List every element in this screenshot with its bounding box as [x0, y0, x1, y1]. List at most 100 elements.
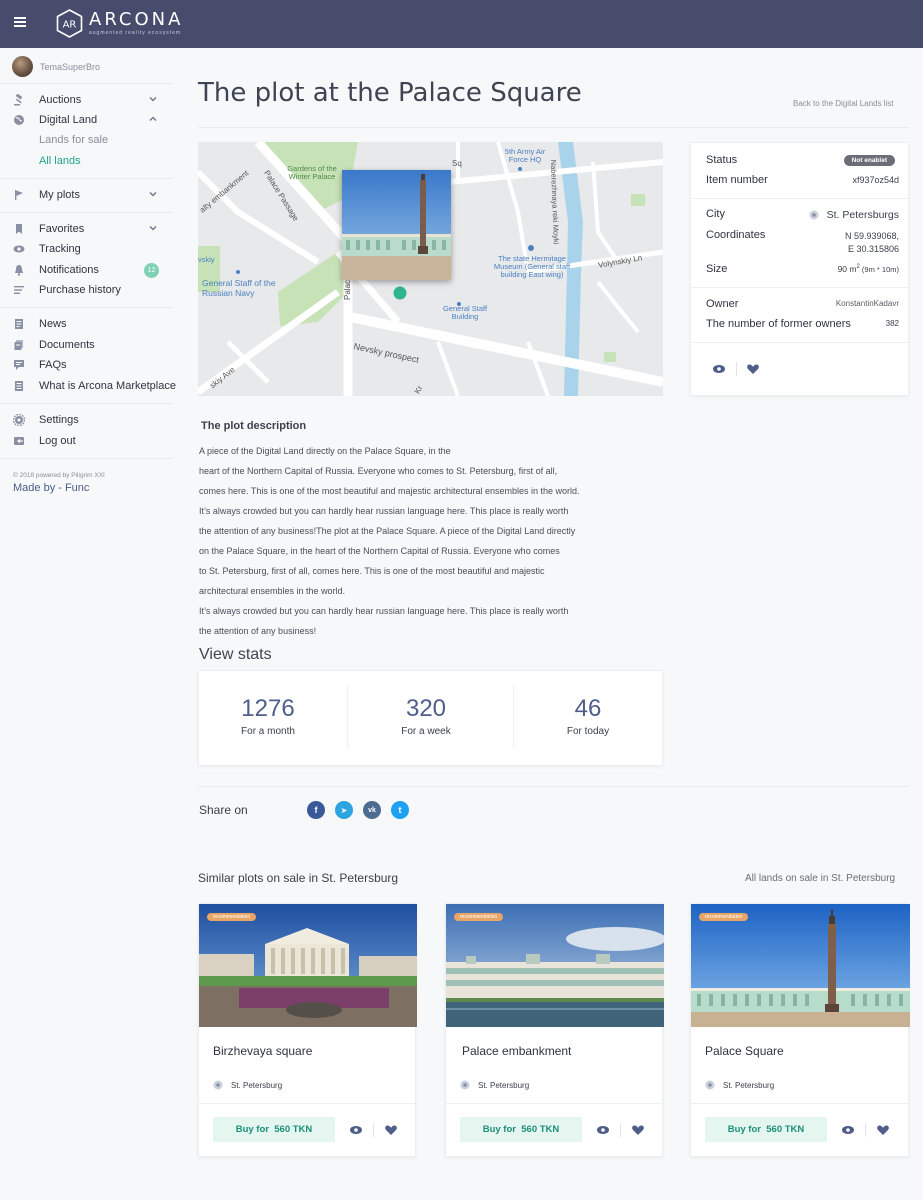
- description-line: on the Palace Square, in the heart of th…: [199, 546, 560, 556]
- sidebar-item-log-out[interactable]: Log out: [13, 432, 163, 450]
- owner-label: Owner: [706, 298, 739, 310]
- map-label: Sq: [452, 159, 462, 168]
- description-line: architectural ensembles in the world.: [199, 586, 346, 596]
- plot-photo[interactable]: [342, 170, 451, 280]
- sidebar-item-label: FAQs: [39, 359, 67, 371]
- brand-logo[interactable]: AR ARCONA augmented reality ecosystem: [56, 9, 183, 38]
- favorite-heart-icon[interactable]: [631, 1123, 645, 1137]
- divider: [865, 1123, 866, 1137]
- watch-eye-icon[interactable]: [712, 362, 726, 376]
- plot-card[interactable]: recommendation Palace embankment St. Pet…: [445, 903, 664, 1157]
- facebook-icon[interactable]: f: [307, 801, 325, 819]
- watch-eye-icon[interactable]: [349, 1123, 363, 1137]
- documents-icon: [14, 340, 23, 350]
- sidebar-item-tracking[interactable]: Tracking: [13, 240, 163, 258]
- size-value: 90 m2 (9m * 10m): [838, 264, 899, 274]
- logo-hexagon-icon: AR: [56, 9, 83, 38]
- favorite-heart-icon[interactable]: [384, 1123, 398, 1137]
- plot-info-card: Status Not enablet Item number xf937oz54…: [690, 142, 909, 396]
- sidebar-item-what-is-arcona[interactable]: What is Arcona Marketplace: [13, 377, 183, 395]
- plot-location-text: St. Petersburg: [231, 1080, 283, 1090]
- divider: [0, 178, 172, 179]
- item-number-label: Item number: [706, 174, 768, 186]
- buy-button[interactable]: Buy for 560 TKN: [213, 1117, 335, 1142]
- sidebar-item-label: Log out: [39, 435, 76, 447]
- sidebar-item-settings[interactable]: Settings: [13, 411, 163, 429]
- former-owners-row: The number of former owners 382: [706, 318, 899, 330]
- item-number-value: xf937oz54d: [852, 175, 899, 185]
- plot-image[interactable]: recommendation: [446, 904, 664, 1027]
- sidebar-item-digital-land[interactable]: Digital Land: [13, 111, 163, 129]
- plot-location-text: St. Petersburg: [723, 1080, 775, 1090]
- gavel-icon: [14, 94, 23, 106]
- sidebar-item-purchase-history[interactable]: Purchase history: [13, 281, 163, 299]
- buy-button[interactable]: Buy for 560 TKN: [705, 1117, 827, 1142]
- brand-tagline: augmented reality ecosystem: [89, 30, 182, 36]
- chevron-down-icon[interactable]: [149, 190, 157, 198]
- favorite-heart-icon[interactable]: [876, 1123, 890, 1137]
- divider: [691, 287, 908, 288]
- sidebar-item-my-plots[interactable]: My plots: [13, 186, 163, 204]
- stat-today: 46 For today: [533, 695, 643, 737]
- divider: [199, 1103, 415, 1104]
- map-label: The state Hermitage Museum (General staf…: [493, 254, 571, 279]
- recommendation-badge: recommendation: [207, 913, 257, 921]
- latitude-value: N 59.939068,: [844, 231, 899, 241]
- description-line: It’s always crowded but you can hardly h…: [199, 606, 569, 616]
- bell-icon: [15, 265, 23, 276]
- buy-price: 560 TKN: [766, 1124, 805, 1135]
- divider: [347, 685, 348, 749]
- divider: [0, 212, 172, 213]
- plot-card[interactable]: recommendation Palace Square St. Petersb…: [690, 903, 910, 1157]
- stat-label: For today: [566, 726, 610, 737]
- sidebar-item-notifications[interactable]: Notifications 12: [13, 261, 163, 279]
- plot-image[interactable]: recommendation: [199, 904, 417, 1027]
- back-to-list-link[interactable]: Back to the Digital Lands list: [793, 99, 894, 108]
- owner-value[interactable]: KonstantinKadavr: [836, 299, 899, 308]
- location-pin-icon: [705, 1080, 715, 1090]
- chevron-down-icon[interactable]: [149, 95, 157, 103]
- divider: [0, 307, 172, 308]
- former-owners-value: 382: [885, 319, 899, 328]
- share-label: Share on: [199, 803, 248, 817]
- plot-card[interactable]: recommendation Birzhevaya square St. Pet…: [198, 903, 417, 1157]
- vk-icon[interactable]: vk: [363, 801, 381, 819]
- map-label: vskiy: [198, 255, 215, 264]
- watch-eye-icon[interactable]: [596, 1123, 610, 1137]
- plot-name[interactable]: Palace embankment: [462, 1044, 571, 1058]
- user-profile[interactable]: TemaSuperBro: [12, 56, 100, 77]
- item-number-row: Item number xf937oz54d: [706, 174, 899, 186]
- buy-button[interactable]: Buy for 560 TKN: [460, 1117, 582, 1142]
- plot-image[interactable]: recommendation: [691, 904, 910, 1027]
- favorite-heart-icon[interactable]: [746, 362, 760, 376]
- sidebar-item-faqs[interactable]: FAQs: [13, 356, 163, 374]
- status-label: Status: [706, 154, 738, 166]
- sidebar-subitem-lands-for-sale[interactable]: Lands for sale: [39, 134, 108, 146]
- eye-icon: [13, 245, 25, 253]
- map[interactable]: Gardens of the Winter Palace alty embank…: [198, 142, 663, 396]
- recommendation-badge: recommendation: [454, 913, 504, 921]
- plot-location-text: St. Petersburg: [478, 1080, 530, 1090]
- location-pin-icon: [809, 210, 819, 220]
- telegram-icon[interactable]: ➤: [335, 801, 353, 819]
- made-by-text[interactable]: Made by - Func: [13, 482, 89, 494]
- description-line: to St. Petersburg, first of all, comes h…: [199, 566, 545, 576]
- map-label: Gardens of the Winter Palace: [287, 164, 337, 181]
- all-lands-link[interactable]: All lands on sale in St. Petersburg: [745, 873, 895, 884]
- sidebar-item-label: Favorites: [39, 223, 85, 235]
- divider: [691, 198, 908, 199]
- description-line: It’s always crowded but you can hardly h…: [199, 506, 569, 516]
- chat-icon: [14, 360, 24, 370]
- menu-icon[interactable]: [14, 17, 26, 29]
- plot-name[interactable]: Palace Square: [705, 1044, 784, 1058]
- sidebar-subitem-all-lands[interactable]: All lands: [39, 155, 81, 167]
- watch-eye-icon[interactable]: [841, 1123, 855, 1137]
- twitter-icon[interactable]: t: [391, 801, 409, 819]
- sidebar-item-auctions[interactable]: Auctions: [13, 91, 163, 109]
- chevron-down-icon[interactable]: [149, 224, 157, 232]
- chevron-up-icon[interactable]: [149, 115, 157, 123]
- plot-name[interactable]: Birzhevaya square: [213, 1044, 312, 1058]
- sidebar-item-documents[interactable]: Documents: [13, 336, 163, 354]
- sidebar-item-favorites[interactable]: Favorites: [13, 220, 163, 238]
- sidebar-item-news[interactable]: News: [13, 315, 163, 333]
